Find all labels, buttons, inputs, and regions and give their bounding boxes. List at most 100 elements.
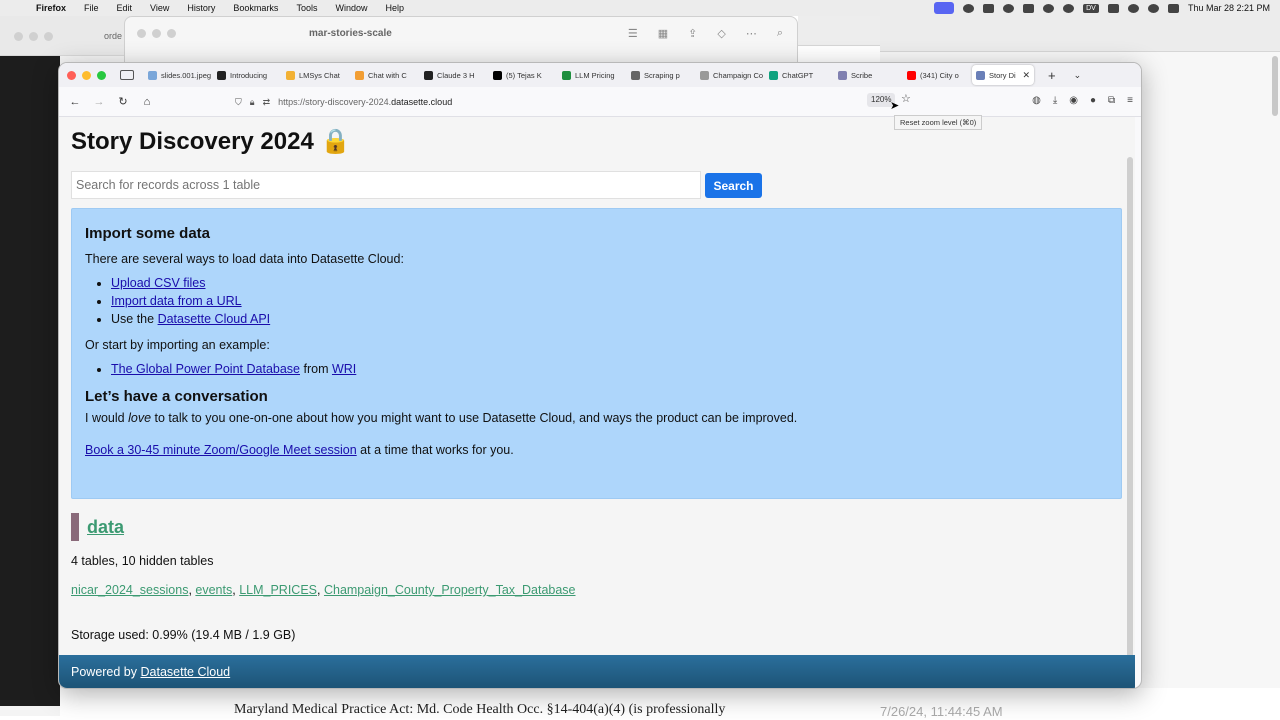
- global-power-plant-link[interactable]: The Global Power Point Database: [111, 362, 300, 376]
- back-icon[interactable]: ←: [63, 96, 87, 108]
- menu-history[interactable]: History: [187, 3, 215, 13]
- status-app-icon[interactable]: [1022, 3, 1034, 13]
- more-icon: ⋯: [745, 28, 757, 40]
- control-center-icon[interactable]: [1167, 3, 1179, 13]
- zoom-window-button[interactable]: [97, 70, 106, 80]
- play-icon[interactable]: [1062, 3, 1074, 13]
- tab-favicon-icon: [976, 70, 985, 80]
- bookmark-star-icon[interactable]: ☆: [901, 92, 911, 105]
- new-tab-button[interactable]: +: [1048, 68, 1056, 83]
- browser-tab[interactable]: ChatGPT: [765, 65, 834, 85]
- browser-tab[interactable]: Champaign Co: [696, 65, 765, 85]
- use-the-text: Use the: [111, 312, 155, 326]
- menu-icon[interactable]: ≡: [1127, 95, 1133, 106]
- tab-favicon-icon: [355, 70, 364, 80]
- browser-tab[interactable]: Chat with C: [351, 65, 420, 85]
- toolbar-right: ◍ ⤓ ◉ ● ⧉ ≡: [1032, 95, 1133, 106]
- tab-favicon-icon: [286, 70, 295, 80]
- browser-tab[interactable]: LMSys Chat: [282, 65, 351, 85]
- menu-view[interactable]: View: [150, 3, 169, 13]
- tab-favicon-icon: [148, 70, 157, 80]
- tab-label: Scraping p: [644, 70, 680, 80]
- import-url-link[interactable]: Import data from a URL: [111, 294, 242, 308]
- wri-link[interactable]: WRI: [332, 362, 356, 376]
- browser-tab[interactable]: Story Di ✕: [972, 65, 1034, 85]
- page-content: Story Discovery 2024 🔒 Search Import som…: [59, 117, 1135, 688]
- status-app-icon[interactable]: [982, 3, 994, 13]
- menu-edit[interactable]: Edit: [117, 3, 133, 13]
- browser-tab[interactable]: Introducing: [213, 65, 282, 85]
- browser-tab[interactable]: (341) City o: [903, 65, 972, 85]
- background-document-date: 7/26/24, 11:44:45 AM: [880, 704, 1003, 719]
- mouse-cursor-icon: ➤: [890, 100, 900, 112]
- browser-tab[interactable]: Scraping p: [627, 65, 696, 85]
- import-intro: There are several ways to load data into…: [85, 252, 404, 266]
- tab-favicon-icon: [631, 70, 640, 80]
- screen-share-icon[interactable]: [933, 2, 954, 14]
- url-bar[interactable]: ⛉ 🔒︎ ⇄ https://story-discovery-2024. data…: [235, 92, 915, 112]
- table-link-llm-prices[interactable]: LLM_PRICES: [239, 583, 317, 597]
- database-link[interactable]: data: [87, 517, 124, 538]
- pocket-icon[interactable]: ◍: [1032, 95, 1041, 106]
- status-app-icon[interactable]: [1002, 3, 1014, 13]
- import-data-panel: Import some data There are several ways …: [71, 208, 1122, 499]
- table-link-events[interactable]: events: [195, 583, 232, 597]
- datasette-cloud-link[interactable]: Datasette Cloud: [141, 665, 231, 679]
- finder-title: mar-stories-scale: [309, 28, 392, 39]
- permissions-icon[interactable]: ⇄: [263, 97, 271, 108]
- page-scrollbar[interactable]: [1127, 157, 1133, 677]
- dv-icon[interactable]: DV: [1082, 3, 1099, 13]
- tab-label: slides.001.jpeg: [161, 70, 212, 80]
- downloads-icon[interactable]: ⤓: [1053, 95, 1057, 106]
- menu-file[interactable]: File: [84, 3, 99, 13]
- moon-icon[interactable]: [1042, 3, 1054, 13]
- home-icon[interactable]: ⌂: [135, 96, 159, 108]
- menu-window[interactable]: Window: [335, 3, 367, 13]
- browser-tab[interactable]: (5) Tejas K: [489, 65, 558, 85]
- browser-tab[interactable]: slides.001.jpeg: [144, 65, 213, 85]
- search-input[interactable]: [71, 171, 701, 199]
- browser-tab[interactable]: Claude 3 H: [420, 65, 489, 85]
- page-footer: Powered by Datasette Cloud: [59, 655, 1135, 688]
- menu-bookmarks[interactable]: Bookmarks: [233, 3, 278, 13]
- menu-help[interactable]: Help: [385, 3, 404, 13]
- wifi-icon[interactable]: [1127, 3, 1139, 13]
- browser-tab[interactable]: Scribe: [834, 65, 903, 85]
- minimize-window-button[interactable]: [82, 70, 91, 80]
- tab-favicon-icon: [838, 70, 847, 80]
- password-manager-icon[interactable]: ●: [1090, 95, 1096, 106]
- battery-icon[interactable]: [1107, 3, 1119, 13]
- list-all-tabs-icon[interactable]: ⌄: [1074, 70, 1082, 81]
- share-icon: ⇪: [688, 28, 698, 40]
- url-prefix: https://story-discovery-2024.: [278, 97, 392, 107]
- status-app-icon[interactable]: [962, 3, 974, 13]
- background-document-text: Maryland Medical Practice Act: Md. Code …: [234, 702, 726, 717]
- upload-csv-link[interactable]: Upload CSV files: [111, 276, 206, 290]
- search-button[interactable]: Search: [705, 173, 762, 198]
- list-item: Upload CSV files: [111, 276, 1108, 290]
- book-session-link[interactable]: Book a 30-45 minute Zoom/Google Meet ses…: [85, 443, 357, 457]
- tab-bar: slides.001.jpeg Introducing LMSys Chat Chat…: [59, 63, 1141, 87]
- example-list: The Global Power Point Database from WRI: [111, 362, 1108, 376]
- api-link[interactable]: Datasette Cloud API: [158, 312, 271, 326]
- table-links: nicar_2024_sessions, events, LLM_PRICES,…: [71, 583, 576, 597]
- menu-tools[interactable]: Tools: [296, 3, 317, 13]
- search-icon[interactable]: [1147, 3, 1159, 13]
- reload-icon[interactable]: ↻: [111, 95, 135, 108]
- close-tab-icon[interactable]: ✕: [1022, 70, 1030, 81]
- account-icon[interactable]: ◉: [1069, 95, 1078, 106]
- table-link-nicar-2024-sessions[interactable]: nicar_2024_sessions: [71, 583, 188, 597]
- menu-app-firefox[interactable]: Firefox: [36, 3, 66, 13]
- table-link-champaign-county[interactable]: Champaign_County_Property_Tax_Database: [324, 583, 576, 597]
- conversation-heading: Let’s have a conversation: [85, 388, 268, 405]
- lock-icon[interactable]: 🔒︎: [250, 97, 255, 108]
- clock[interactable]: Thu Mar 28 2:21 PM: [1188, 3, 1270, 13]
- firefox-view-icon[interactable]: [120, 70, 134, 80]
- extensions-icon[interactable]: ⧉: [1108, 95, 1115, 106]
- close-window-button[interactable]: [67, 70, 76, 80]
- browser-tab[interactable]: LLM Pricing: [558, 65, 627, 85]
- tracking-protection-shield-icon[interactable]: ⛉: [235, 97, 242, 108]
- import-heading: Import some data: [85, 225, 211, 242]
- forward-icon[interactable]: →: [87, 96, 111, 108]
- tab-favicon-icon: [907, 70, 916, 80]
